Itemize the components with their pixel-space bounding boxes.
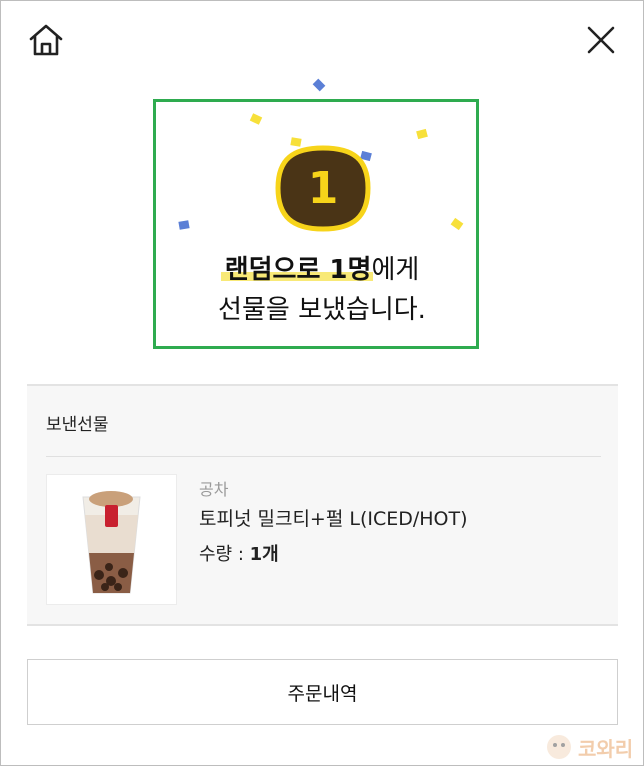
product-brand: 공차 — [199, 480, 229, 499]
recipient-count-highlight: 랜덤으로 1명 — [224, 255, 372, 285]
home-icon — [29, 24, 63, 56]
watermark-text: 코와리 — [578, 736, 634, 761]
quantity-value: 1개 — [249, 544, 279, 565]
product-image — [46, 474, 177, 605]
home-button[interactable] — [26, 20, 66, 60]
top-bar — [0, 0, 644, 80]
sent-gift-section: 보낸선물 공차 토피넛 밀크티+펄 L(ICED/HOT) 수량 : 1개 — [27, 384, 618, 626]
mascot-icon — [547, 735, 571, 759]
product-name: 토피넛 밀크티+펄 L(ICED/HOT) — [199, 508, 468, 530]
confetti-piece — [178, 220, 190, 230]
quantity-label: 수량 : — [199, 544, 250, 565]
bubble-tea-image — [82, 491, 141, 594]
close-button[interactable] — [581, 20, 621, 60]
watermark: 코와리 — [544, 730, 640, 764]
divider — [46, 456, 601, 457]
close-icon — [587, 26, 615, 54]
result-message-line1: 랜덤으로 1명에게 — [0, 252, 644, 288]
result-message-line2: 선물을 보냈습니다. — [218, 295, 426, 325]
rank-badge-number: 1 — [307, 163, 339, 214]
result-message-suffix: 에게 — [371, 255, 420, 285]
order-history-button[interactable]: 주문내역 — [27, 659, 618, 725]
product-quantity: 수량 : 1개 — [199, 540, 279, 566]
sent-gift-title: 보낸선물 — [46, 415, 109, 435]
